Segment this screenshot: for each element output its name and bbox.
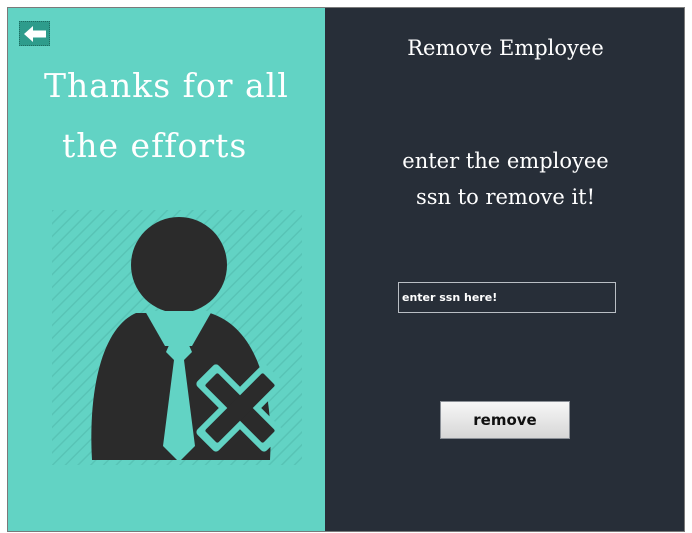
remove-employee-window: Thanks for all the efforts Remove Employ… [7,7,685,532]
page-title: Remove Employee [407,36,604,60]
remove-user-icon [52,210,302,465]
back-button[interactable] [19,21,50,46]
right-panel [325,8,684,531]
arrow-left-icon [23,25,46,42]
left-panel: Thanks for all the efforts [8,8,325,531]
ssn-input[interactable] [398,282,616,313]
instruction-line-1: enter the employee [402,149,609,173]
remove-button[interactable]: remove [440,401,570,439]
instruction-line-2: ssn to remove it! [415,185,596,209]
thanks-line-1: Thanks for all [44,66,289,105]
